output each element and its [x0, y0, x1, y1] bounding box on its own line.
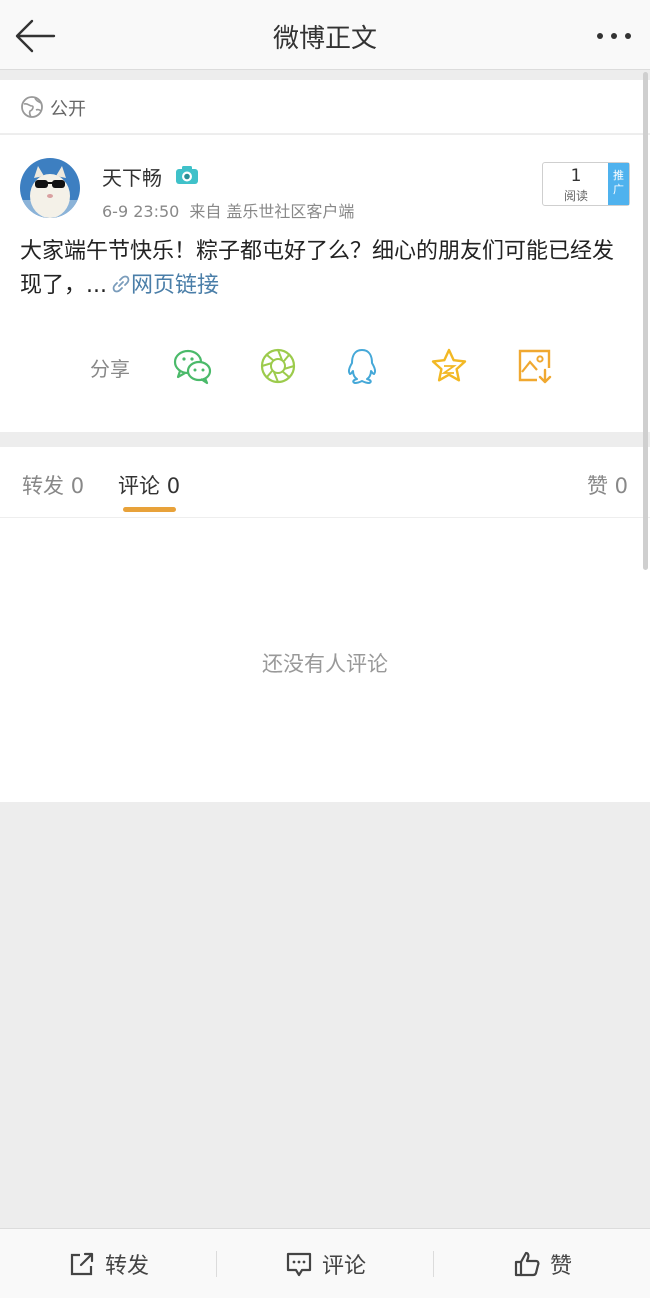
tab-repost-count: 0	[70, 474, 85, 498]
comments-section: 转发 0 评论 0 赞 0 还没有人评论	[0, 447, 650, 802]
promote-label: 推广	[613, 169, 624, 196]
post-card: 天下畅 6-9 23:50 来自 盖乐世社区客户端 1 阅读 推广 大家端午节快乐…	[0, 135, 650, 432]
author-name[interactable]: 天下畅	[102, 162, 162, 191]
like-button[interactable]: 赞	[434, 1229, 650, 1298]
active-tab-indicator	[123, 507, 176, 512]
post-source: 来自 盖乐世社区客户端	[189, 202, 355, 221]
tab-comments-label: 评论	[118, 474, 160, 498]
tab-likes[interactable]: 赞 0	[587, 470, 628, 500]
scrollbar[interactable]	[643, 72, 648, 570]
favorite-star-icon[interactable]	[429, 346, 469, 386]
avatar-image	[20, 158, 80, 218]
tabs-divider	[0, 517, 650, 518]
read-label: 阅读	[563, 189, 588, 203]
top-bar: 微博正文	[0, 0, 650, 70]
link-icon	[112, 275, 130, 293]
tab-likes-count: 0	[614, 474, 628, 498]
post-time: 6-9 23:50	[102, 202, 180, 221]
tab-comments-count: 0	[166, 474, 181, 498]
repost-icon	[70, 1252, 94, 1276]
visibility-row: 公开	[0, 80, 650, 134]
comment-button[interactable]: 评论	[217, 1229, 433, 1298]
globe-icon	[21, 96, 43, 118]
qq-icon[interactable]	[342, 346, 382, 386]
tab-likes-label: 赞	[586, 474, 608, 498]
visibility-label: 公开	[50, 99, 86, 120]
read-count: 1	[570, 166, 582, 186]
save-image-icon[interactable]	[515, 346, 555, 386]
page-title: 微博正文	[272, 24, 377, 54]
web-link[interactable]: 网页链接	[131, 273, 219, 298]
tab-repost-label: 转发	[22, 474, 64, 498]
tab-repost[interactable]: 转发 0	[22, 470, 84, 500]
moments-icon[interactable]	[258, 346, 298, 386]
tab-comments[interactable]: 评论 0	[118, 470, 180, 500]
comment-label: 评论	[321, 1254, 366, 1279]
bottom-action-bar: 转发 评论 赞	[0, 1228, 650, 1298]
post-meta: 6-9 23:50 来自 盖乐世社区客户端	[102, 198, 354, 222]
more-dots-icon	[597, 33, 631, 39]
promote-button[interactable]: 推广	[608, 163, 629, 205]
thumbs-up-icon	[514, 1251, 540, 1277]
camera-badge-icon	[176, 166, 198, 184]
avatar[interactable]	[20, 158, 80, 218]
post-text-block: 大家端午节快乐！粽子都屯好了么？细心的朋友们可能已经发现了，... 网页链接	[20, 235, 630, 303]
wechat-icon[interactable]	[172, 346, 212, 386]
like-label: 赞	[549, 1254, 572, 1279]
empty-comments-text: 还没有人评论	[262, 652, 388, 676]
repost-button[interactable]: 转发	[0, 1229, 216, 1298]
more-button[interactable]	[594, 22, 638, 50]
post-text: 大家端午节快乐！粽子都屯好了么？细心的朋友们可能已经发现了，...	[20, 239, 615, 298]
share-label: 分享	[90, 357, 130, 381]
comment-icon	[286, 1252, 312, 1277]
read-count-box: 1 阅读 推广	[542, 162, 630, 206]
repost-label: 转发	[104, 1254, 149, 1279]
